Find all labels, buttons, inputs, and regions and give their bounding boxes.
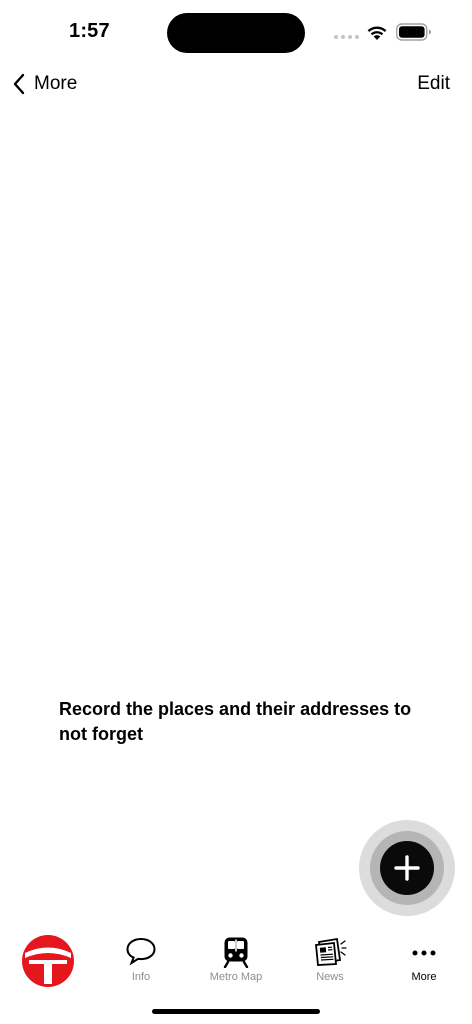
tab-info-label: Info [131, 971, 151, 983]
back-button-label: More [34, 73, 78, 94]
tab-metro-map[interactable]: Metro Map [189, 928, 283, 994]
tab-more-label: More [411, 971, 437, 983]
dynamic-island [167, 13, 305, 53]
battery-icon [396, 23, 431, 41]
status-time: 1:57 [69, 20, 110, 42]
tab-info[interactable]: Info [94, 928, 188, 994]
metro-logo-icon[interactable] [21, 934, 75, 988]
edit-button[interactable]: Edit [417, 73, 450, 95]
tab-news[interactable]: News [283, 928, 377, 994]
chevron-left-icon [13, 73, 25, 95]
cellular-signal-icon [334, 35, 359, 39]
ellipsis-icon [412, 950, 436, 956]
plus-icon [394, 855, 420, 881]
status-bar: 1:57 [0, 0, 472, 62]
navigation-bar: More Edit [0, 62, 472, 106]
tab-news-label: News [316, 971, 344, 983]
home-indicator [152, 1009, 320, 1014]
add-button-ring [370, 831, 444, 905]
add-place-button[interactable] [380, 841, 434, 895]
add-button-halo [359, 820, 455, 916]
train-icon [223, 937, 249, 968]
back-button[interactable]: More [12, 70, 77, 98]
tab-metro-map-label: Metro Map [209, 971, 263, 983]
tab-more[interactable]: More [377, 928, 471, 994]
wifi-icon [367, 26, 387, 40]
empty-state-message: Record the places and their addresses to… [59, 699, 412, 744]
newspaper-icon [315, 937, 347, 966]
speech-bubble-icon [126, 937, 156, 966]
